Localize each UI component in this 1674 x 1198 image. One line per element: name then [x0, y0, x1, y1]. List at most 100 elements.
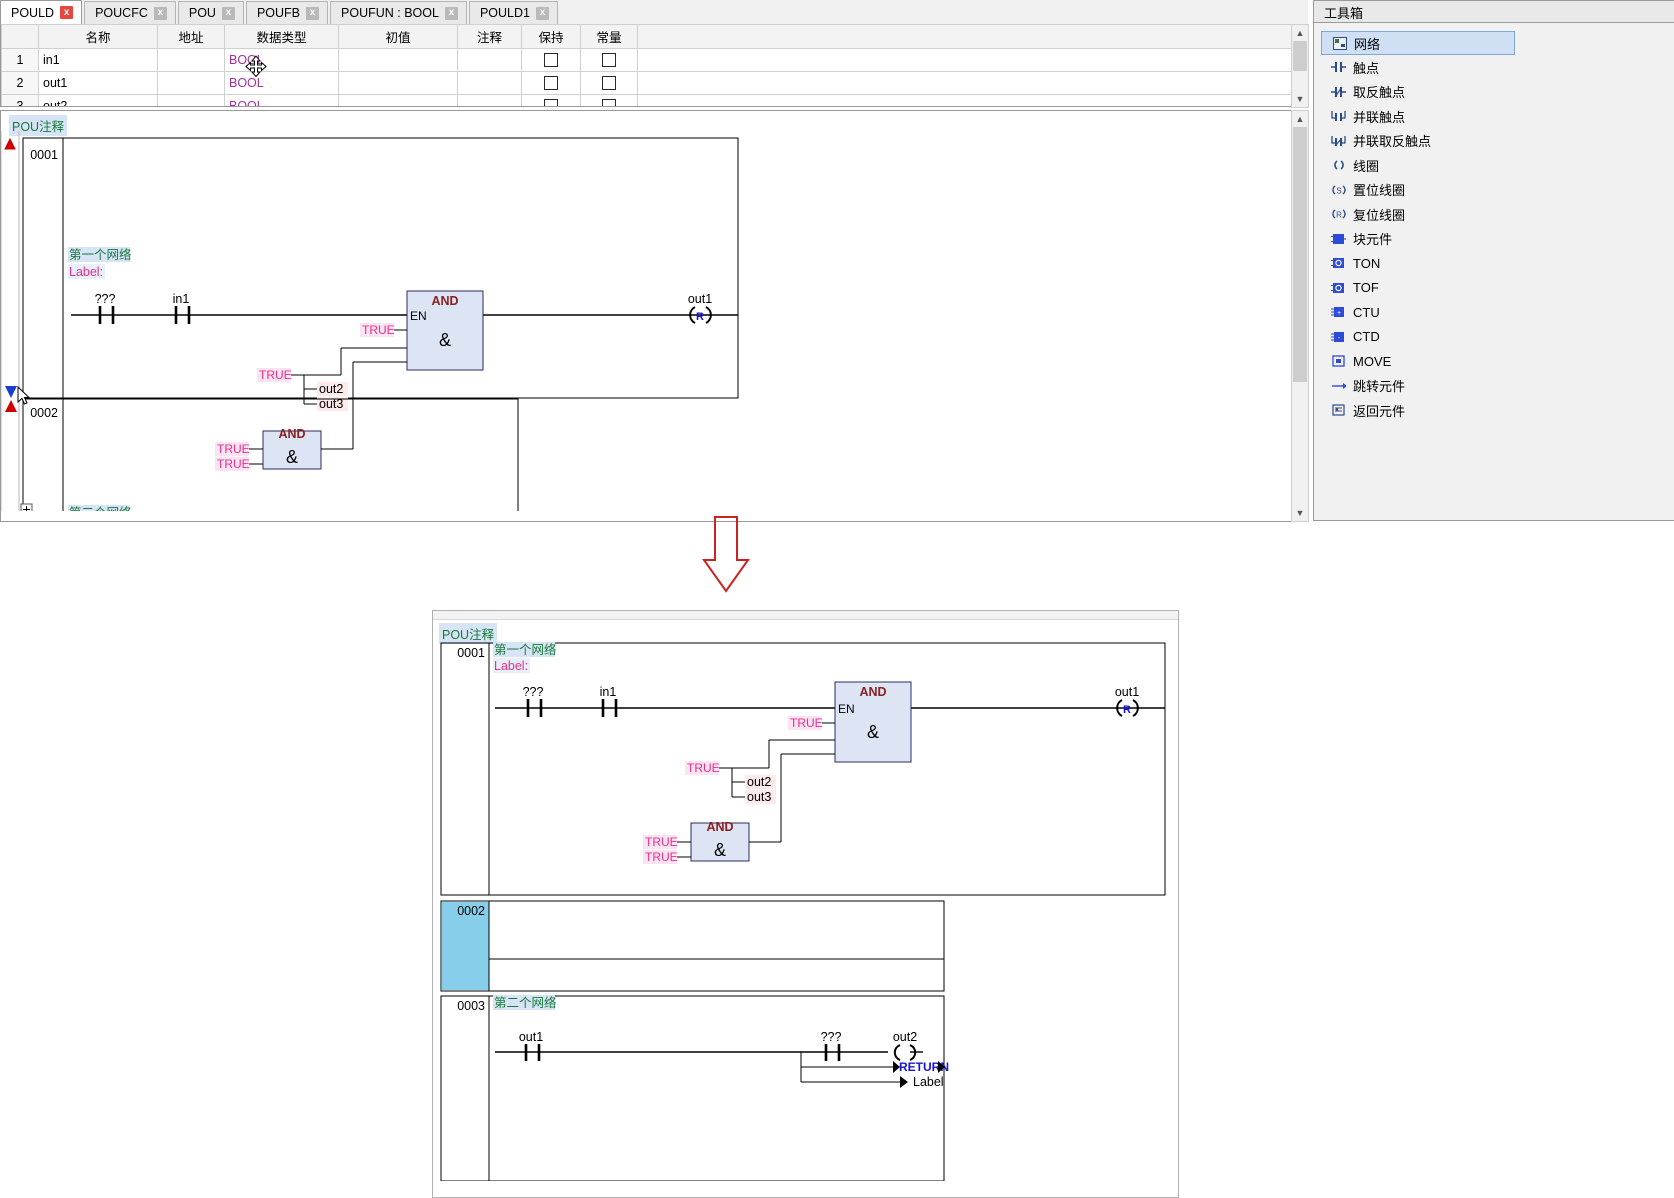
tab-pould[interactable]: POULD x	[0, 0, 83, 24]
toolbox-item-ctd[interactable]: - CTD	[1321, 325, 1521, 350]
parallel-negated-contact-icon	[1331, 134, 1346, 148]
ladder-canvas-bottom[interactable]: 0001 第一个网络 Label: ??? in1 AND & EN TRUE …	[433, 611, 1178, 1181]
cell-address[interactable]	[157, 71, 225, 95]
toolbox-item-parallel-contact[interactable]: 并联触点	[1321, 104, 1521, 129]
coil-icon	[1331, 158, 1346, 172]
cell-name[interactable]: in1	[38, 48, 158, 72]
cell-comment[interactable]	[457, 71, 522, 95]
editor-tab-bar: POULD x POUCFC x POU x POUFB x POUFUN : …	[0, 0, 1308, 25]
cell-filler	[637, 48, 1292, 72]
cell-constant[interactable]	[580, 94, 638, 106]
toolbox-item-coil[interactable]: 线圈	[1321, 153, 1521, 178]
toolbox-panel[interactable]: 网络 触点 取反触点 并联触点 并联取反触点 线圈 S 置位线圈 R 复位线圈 …	[1313, 22, 1674, 521]
literal-true: TRUE	[217, 457, 250, 471]
cell-address[interactable]	[157, 94, 225, 106]
tab-poufun-bool[interactable]: POUFUN : BOOL x	[330, 1, 467, 24]
close-icon[interactable]: x	[221, 6, 235, 20]
toolbox-item-contact[interactable]: 触点	[1321, 55, 1521, 80]
variable-declaration-table[interactable]: 名称 地址 数据类型 初值 注释 保持 常量 1 in1 BOOL 2 out1…	[0, 24, 1293, 107]
scroll-down-icon[interactable]: ▼	[1292, 505, 1308, 521]
block-title: AND	[431, 294, 458, 308]
cell-comment[interactable]	[457, 94, 522, 106]
toolbox-list[interactable]: 网络 触点 取反触点 并联触点 并联取反触点 线圈 S 置位线圈 R 复位线圈 …	[1321, 31, 1521, 423]
network-label: Label:	[69, 265, 103, 279]
scroll-down-icon[interactable]: ▼	[1292, 91, 1308, 107]
tab-label: POU	[188, 6, 216, 20]
cell-initvalue[interactable]	[338, 48, 458, 72]
tof-icon	[1331, 281, 1346, 295]
cell-name[interactable]: out1	[38, 71, 158, 95]
retain-checkbox[interactable]	[544, 99, 558, 106]
cell-initvalue[interactable]	[338, 94, 458, 106]
cell-retain[interactable]	[521, 94, 581, 106]
scroll-up-icon[interactable]: ▲	[1292, 111, 1308, 127]
table-row[interactable]: 3 out2 BOOL	[1, 94, 1292, 106]
scrollbar-thumb[interactable]	[1293, 127, 1307, 382]
toolbox-item-move[interactable]: MOVE	[1321, 349, 1521, 374]
scroll-up-icon[interactable]: ▲	[1292, 25, 1308, 41]
tab-pould1[interactable]: POULD1 x	[468, 1, 558, 24]
cell-initvalue[interactable]	[338, 71, 458, 95]
negated-contact-icon	[1331, 85, 1346, 99]
reset-coil-icon: R	[1331, 207, 1346, 221]
tab-label: POUFB	[256, 6, 301, 20]
cell-name[interactable]: out2	[38, 94, 158, 106]
toolbox-item-set-coil[interactable]: S 置位线圈	[1321, 178, 1521, 203]
ladder-top-scrollbar[interactable]: ▲ ▼	[1291, 110, 1309, 522]
retain-checkbox[interactable]	[544, 76, 558, 91]
constant-checkbox[interactable]	[602, 53, 616, 68]
toolbox-item-negated-contact[interactable]: 取反触点	[1321, 80, 1521, 105]
constant-checkbox[interactable]	[602, 99, 616, 106]
toolbox-item-return-element[interactable]: 返回元件	[1321, 398, 1521, 423]
toolbox-item-jump-element[interactable]: 跳转元件	[1321, 374, 1521, 399]
block-symbol: &	[867, 722, 879, 742]
network-number: 0002	[30, 406, 58, 420]
col-index	[1, 24, 39, 49]
cell-constant[interactable]	[580, 71, 638, 95]
cell-address[interactable]	[157, 48, 225, 72]
ladder-editor-top[interactable]: POU注释 0001 第一个网络 Label: ??? in1 AND & EN	[0, 110, 1293, 522]
ladder-editor-bottom[interactable]: POU注释 0001 第一个网络 Label: ??? in1 AND & EN…	[432, 610, 1179, 1198]
toolbox-item-ctu[interactable]: + CTU	[1321, 300, 1521, 325]
toolbox-item-block-element[interactable]: 块元件	[1321, 227, 1521, 252]
cell-datatype[interactable]: BOOL	[224, 94, 339, 106]
coil-label: out1	[688, 292, 712, 306]
tab-poucfc[interactable]: POUCFC x	[84, 1, 176, 24]
toolbox-item-tof[interactable]: TOF	[1321, 276, 1521, 301]
block-symbol: &	[439, 330, 451, 350]
ladder-canvas-top[interactable]: 0001 第一个网络 Label: ??? in1 AND & EN TRUE …	[1, 111, 1291, 511]
toolbox-item-label: CTU	[1353, 304, 1380, 320]
tab-label: POUCFC	[95, 6, 148, 20]
block-en-pin: EN	[838, 702, 855, 716]
table-row[interactable]: 1 in1 BOOL	[1, 48, 1292, 72]
table-row[interactable]: 2 out1 BOOL	[1, 71, 1292, 95]
close-icon[interactable]: x	[153, 6, 167, 20]
move-cursor-icon	[245, 55, 267, 78]
cell-comment[interactable]	[457, 48, 522, 72]
literal-true: TRUE	[687, 761, 720, 775]
toolbox-item-parallel-negated-contact[interactable]: 并联取反触点	[1321, 129, 1521, 154]
toolbox-item-ton[interactable]: TON	[1321, 251, 1521, 276]
contact-label: ???	[821, 1030, 842, 1044]
retain-checkbox[interactable]	[544, 53, 558, 68]
tab-poufb[interactable]: POUFB x	[245, 1, 329, 24]
scrollbar-thumb[interactable]	[1293, 41, 1307, 71]
cell-retain[interactable]	[521, 48, 581, 72]
close-icon[interactable]: x	[60, 6, 74, 19]
toolbox-item-label: CTD	[1353, 329, 1380, 345]
close-icon[interactable]: x	[444, 6, 458, 20]
flow-arrow-down-icon	[702, 516, 750, 593]
cell-datatype[interactable]: BOOL	[224, 71, 339, 95]
toolbox-item-reset-coil[interactable]: R 复位线圈	[1321, 202, 1521, 227]
cell-datatype[interactable]: BOOL	[224, 48, 339, 72]
close-icon[interactable]: x	[535, 6, 549, 20]
close-icon[interactable]: x	[306, 6, 320, 20]
output-var: out2	[319, 382, 343, 396]
cell-retain[interactable]	[521, 71, 581, 95]
vartable-scrollbar[interactable]: ▲ ▼	[1291, 24, 1309, 108]
constant-checkbox[interactable]	[602, 76, 616, 91]
cell-constant[interactable]	[580, 48, 638, 72]
toolbox-item-network[interactable]: 网络	[1321, 31, 1515, 55]
subblock-symbol: &	[714, 840, 726, 860]
tab-pou[interactable]: POU x	[177, 1, 244, 24]
